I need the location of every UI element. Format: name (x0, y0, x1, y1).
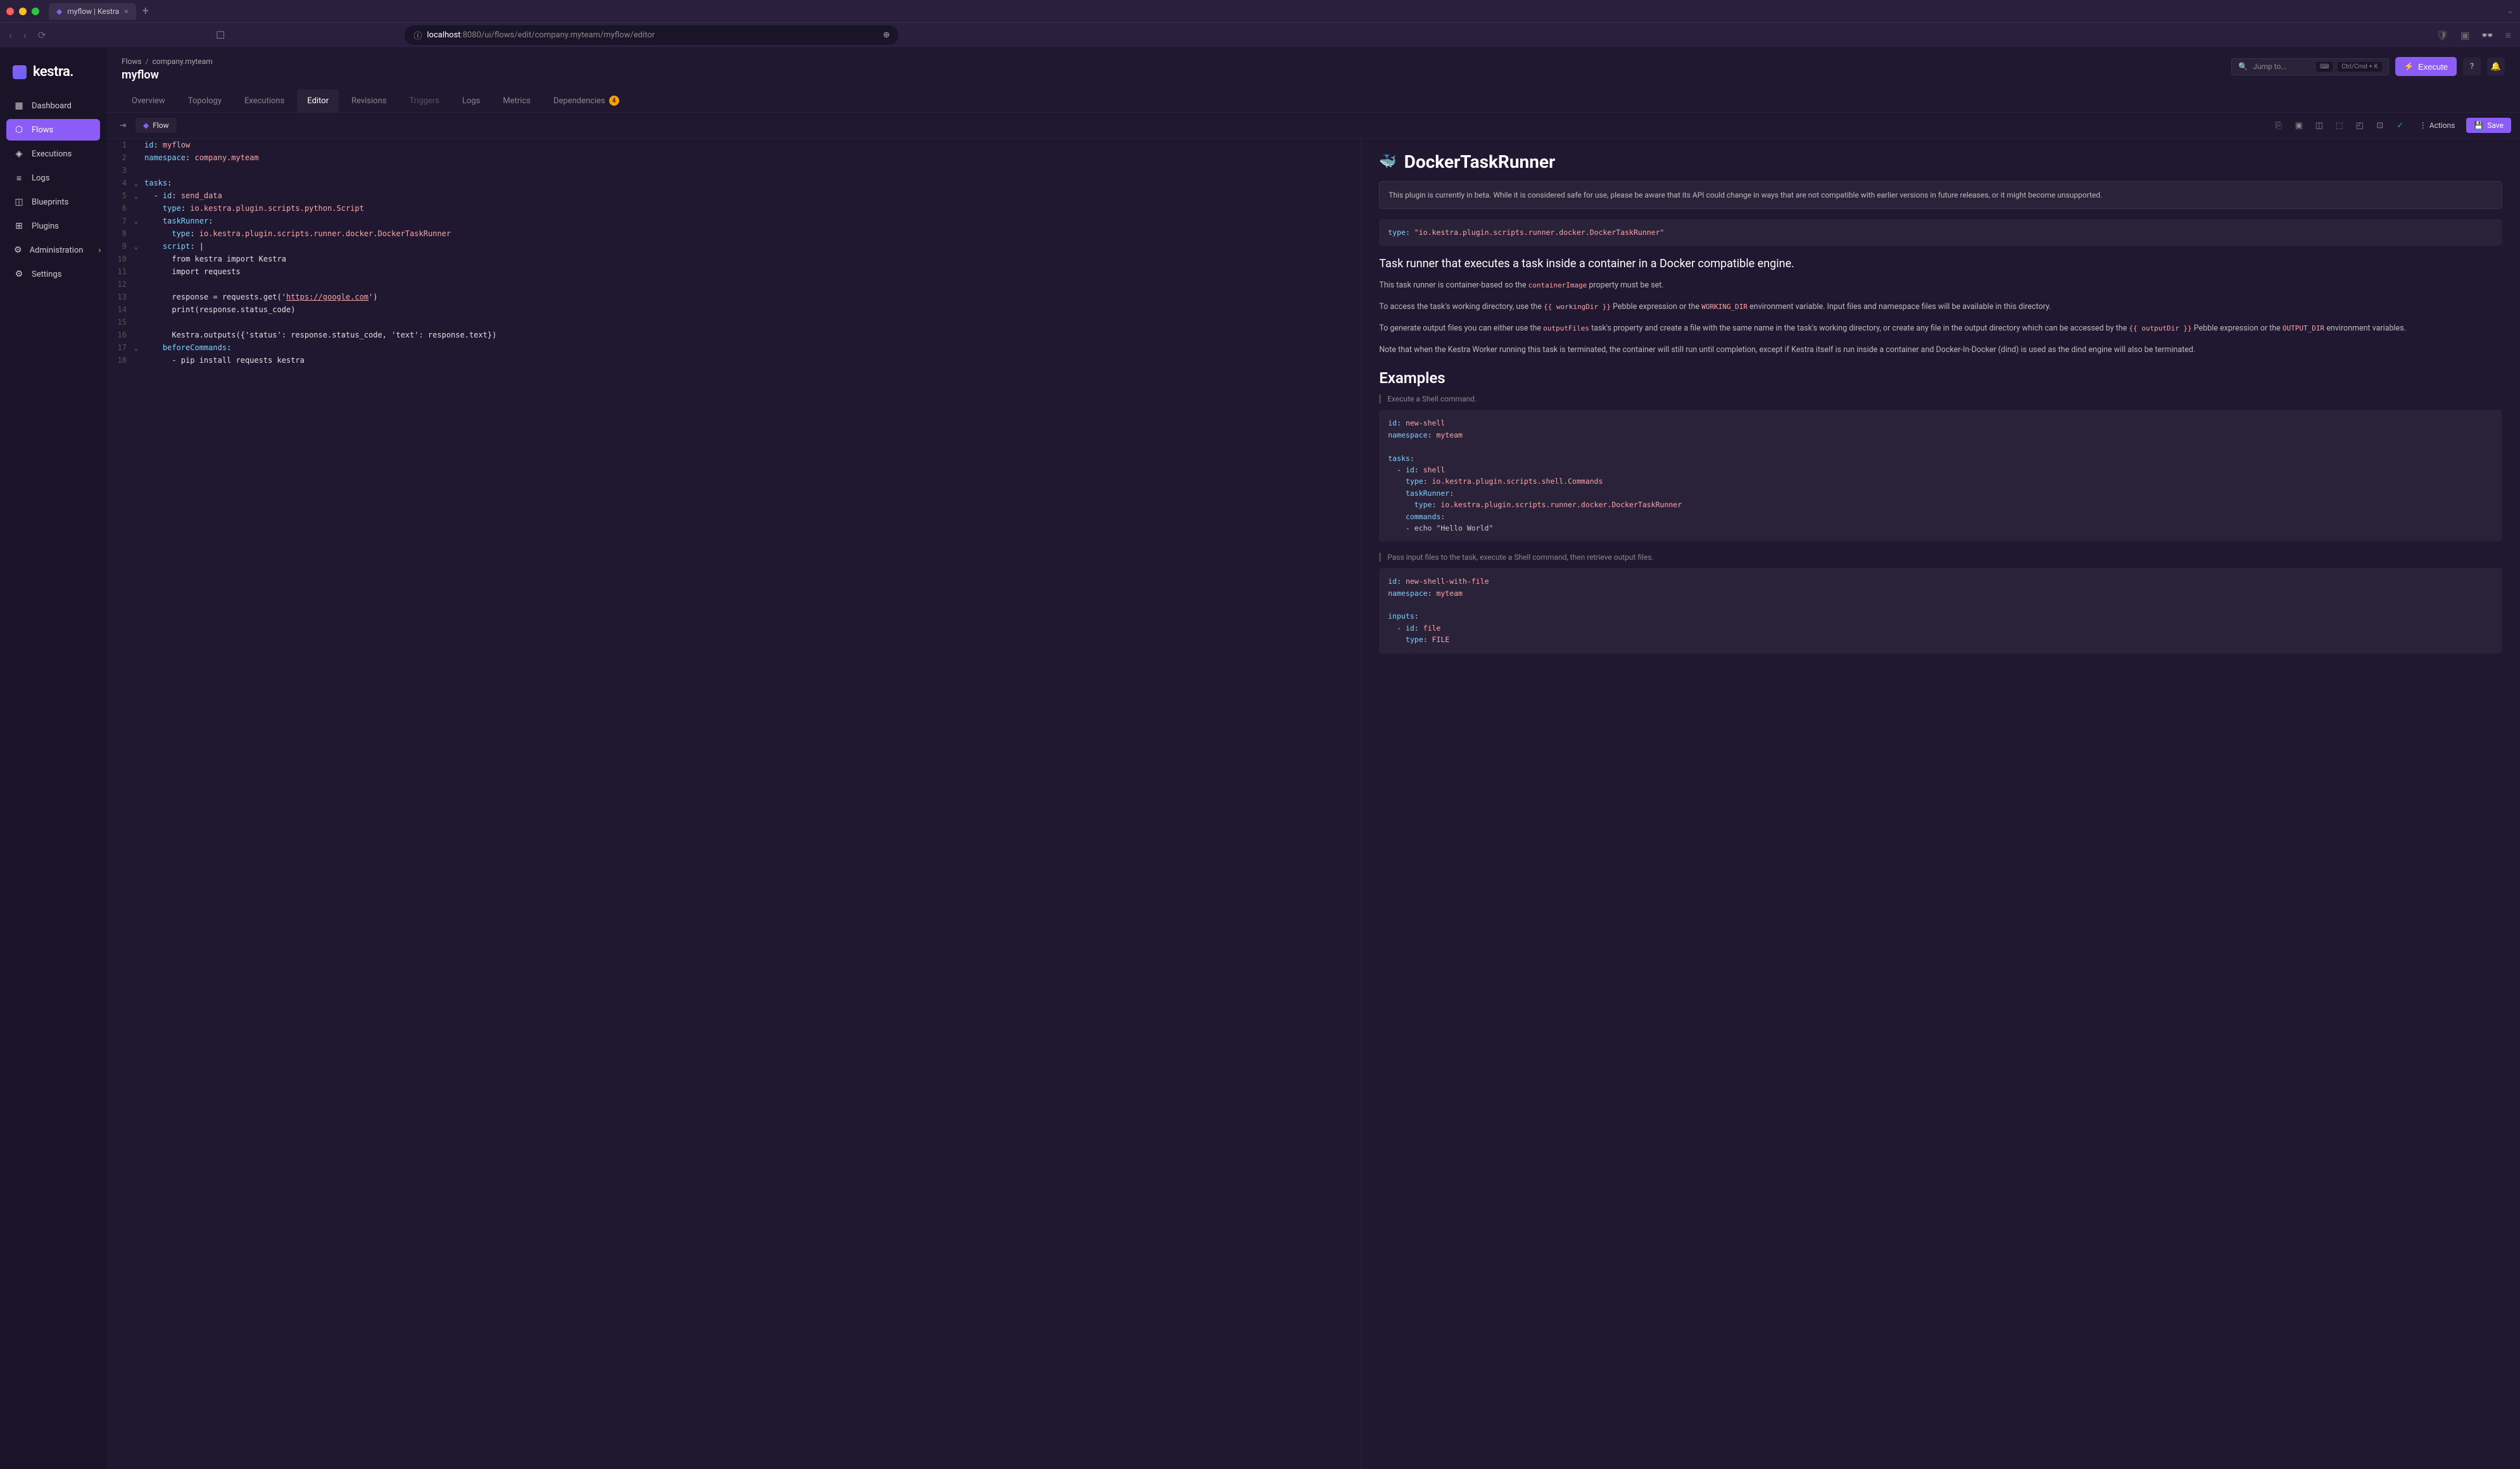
doc-paragraph: This task runner is container-based so t… (1379, 279, 2502, 292)
flow-icon: ⬡ (14, 125, 24, 135)
actions-menu[interactable]: ⋮ Actions (2413, 118, 2462, 133)
browser-toolbar: ‹ › ⟳ ☐ ⓘ localhost:8080/ui/flows/edit/c… (0, 23, 2520, 48)
plugin-icon: ⊞ (14, 221, 24, 231)
toolbar-btn-1[interactable]: ⎘ (2271, 118, 2286, 133)
examples-heading: Examples (1379, 369, 2502, 387)
brand-text: kestra. (33, 64, 73, 80)
toolbar-btn-2[interactable]: ▣ (2291, 118, 2307, 133)
reload-button[interactable]: ⟳ (35, 27, 49, 44)
extension-icon[interactable]: 👓 (2479, 27, 2497, 44)
type-code-box: type: type: "io.kestra.plugin.scripts.ru… (1379, 219, 2502, 246)
status-ok-icon: ✓ (2393, 118, 2408, 133)
example-label: Execute a Shell command. (1379, 394, 2502, 403)
window-max[interactable] (32, 8, 39, 15)
forward-button[interactable]: › (21, 27, 29, 44)
tabs: Overview Topology Executions Editor Revi… (106, 82, 2520, 113)
doc-pane: 🐳 DockerTaskRunner This plugin is curren… (1361, 139, 2520, 1469)
bell-icon[interactable]: 🔔 (2487, 58, 2505, 75)
tab-editor[interactable]: Editor (297, 89, 339, 112)
tab-title: myflow | Kestra (67, 7, 119, 16)
sidebar-item-flows[interactable]: ⬡ Flows (6, 119, 100, 141)
grid-icon: ▦ (14, 101, 24, 111)
code-editor[interactable]: 1id: myflow2namespace: company.myteam34⌄… (106, 139, 1361, 1469)
window-min[interactable] (19, 8, 27, 15)
tab-overview[interactable]: Overview (122, 89, 175, 112)
sidebar-item-settings[interactable]: ⚙ Settings (6, 263, 100, 285)
jump-to-input[interactable]: 🔍 Jump to... ⌨ Ctrl/Cmd + K (2231, 58, 2389, 75)
shield-icon[interactable]: 🛡 (2433, 27, 2451, 44)
keyboard-icon: ⌨ (2316, 62, 2333, 72)
logo-icon (13, 65, 27, 79)
breadcrumb: Flows / company.myteam (122, 57, 213, 66)
flow-chip-icon: ◆ (143, 121, 149, 130)
toolbar-btn-4[interactable]: ⬚ (2332, 118, 2347, 133)
page-title: myflow (122, 68, 213, 82)
logo[interactable]: kestra. (6, 61, 100, 92)
menu-icon[interactable]: ≡ (2503, 27, 2514, 44)
site-info-icon[interactable]: ⓘ (413, 29, 422, 41)
tab-revisions[interactable]: Revisions (341, 89, 396, 112)
sidebar-item-blueprints[interactable]: ◫ Blueprints (6, 191, 100, 213)
tab-metrics[interactable]: Metrics (493, 89, 541, 112)
chevron-right-icon: › (98, 246, 101, 255)
chevron-down-icon[interactable]: ⌄ (2507, 6, 2514, 16)
sidebar: kestra. ▦ Dashboard ⬡ Flows ◈ Executions… (0, 48, 106, 1469)
window-close[interactable] (6, 8, 14, 15)
example-label: Pass input files to the task, execute a … (1379, 553, 2502, 562)
panel-toggle-icon[interactable]: ⇥ (115, 118, 130, 133)
docker-icon: 🐳 (1379, 154, 1396, 170)
toolbar-btn-5[interactable]: ◰ (2352, 118, 2367, 133)
toolbar-btn-6[interactable]: ⊡ (2372, 118, 2388, 133)
new-tab-button[interactable]: + (142, 4, 149, 18)
tab-topology[interactable]: Topology (178, 89, 232, 112)
tab-logs[interactable]: Logs (452, 89, 490, 112)
flow-chip[interactable]: ◆ Flow (135, 118, 177, 133)
tab-dependencies[interactable]: Dependencies 4 (543, 89, 629, 112)
help-button[interactable]: ? (2463, 58, 2481, 75)
bolt-icon: ⚡ (2404, 61, 2414, 72)
execute-button[interactable]: ⚡ Execute (2395, 57, 2457, 76)
tab-executions[interactable]: Executions (234, 89, 294, 112)
admin-icon: ⚙ (14, 245, 22, 255)
gear-icon: ⚙ (14, 269, 24, 279)
doc-title: 🐳 DockerTaskRunner (1379, 151, 2502, 172)
doc-subtitle: Task runner that executes a task inside … (1379, 257, 2502, 270)
breadcrumb-namespace[interactable]: company.myteam (152, 57, 212, 66)
warning-box: This plugin is currently in beta. While … (1379, 181, 2502, 209)
back-button[interactable]: ‹ (6, 27, 15, 44)
sidebar-toggle-icon[interactable]: ▣ (2458, 27, 2473, 44)
dependency-badge: 4 (609, 96, 619, 106)
search-icon: 🔍 (2238, 62, 2248, 71)
logs-icon: ≡ (14, 173, 24, 183)
close-icon[interactable]: × (124, 7, 128, 16)
dots-icon: ⋮ (2419, 121, 2427, 130)
sidebar-item-dashboard[interactable]: ▦ Dashboard (6, 95, 100, 117)
toolbar-btn-3[interactable]: ◫ (2312, 118, 2327, 133)
sidebar-item-administration[interactable]: ⚙ Administration › (6, 239, 100, 261)
doc-paragraph: To generate output files you can either … (1379, 322, 2502, 335)
sidebar-item-logs[interactable]: ≡ Logs (6, 167, 100, 189)
save-icon: 💾 (2474, 121, 2483, 130)
url-bar[interactable]: ⓘ localhost:8080/ui/flows/edit/company.m… (405, 25, 898, 45)
sidebar-item-plugins[interactable]: ⊞ Plugins (6, 215, 100, 237)
save-button[interactable]: 💾 Save (2466, 118, 2511, 133)
tab-triggers: Triggers (399, 89, 449, 112)
exec-icon: ◈ (14, 149, 24, 159)
breadcrumb-flows[interactable]: Flows (122, 57, 142, 66)
search-icon[interactable]: ⊕ (883, 30, 890, 40)
example-code-1: id: new-shell namespace: myteam tasks: -… (1379, 410, 2502, 541)
bookmark-icon[interactable]: ☐ (213, 27, 227, 44)
example-code-2: id: new-shell-with-file namespace: mytea… (1379, 568, 2502, 653)
browser-titlebar: ◆ myflow | Kestra × + ⌄ (0, 0, 2520, 23)
doc-paragraph: Note that when the Kestra Worker running… (1379, 344, 2502, 356)
sidebar-item-executions[interactable]: ◈ Executions (6, 143, 100, 165)
doc-paragraph: To access the task's working directory, … (1379, 301, 2502, 313)
browser-tab[interactable]: ◆ myflow | Kestra × (49, 3, 136, 20)
blueprint-icon: ◫ (14, 197, 24, 207)
shortcut-hint: Ctrl/Cmd + K (2338, 62, 2382, 72)
